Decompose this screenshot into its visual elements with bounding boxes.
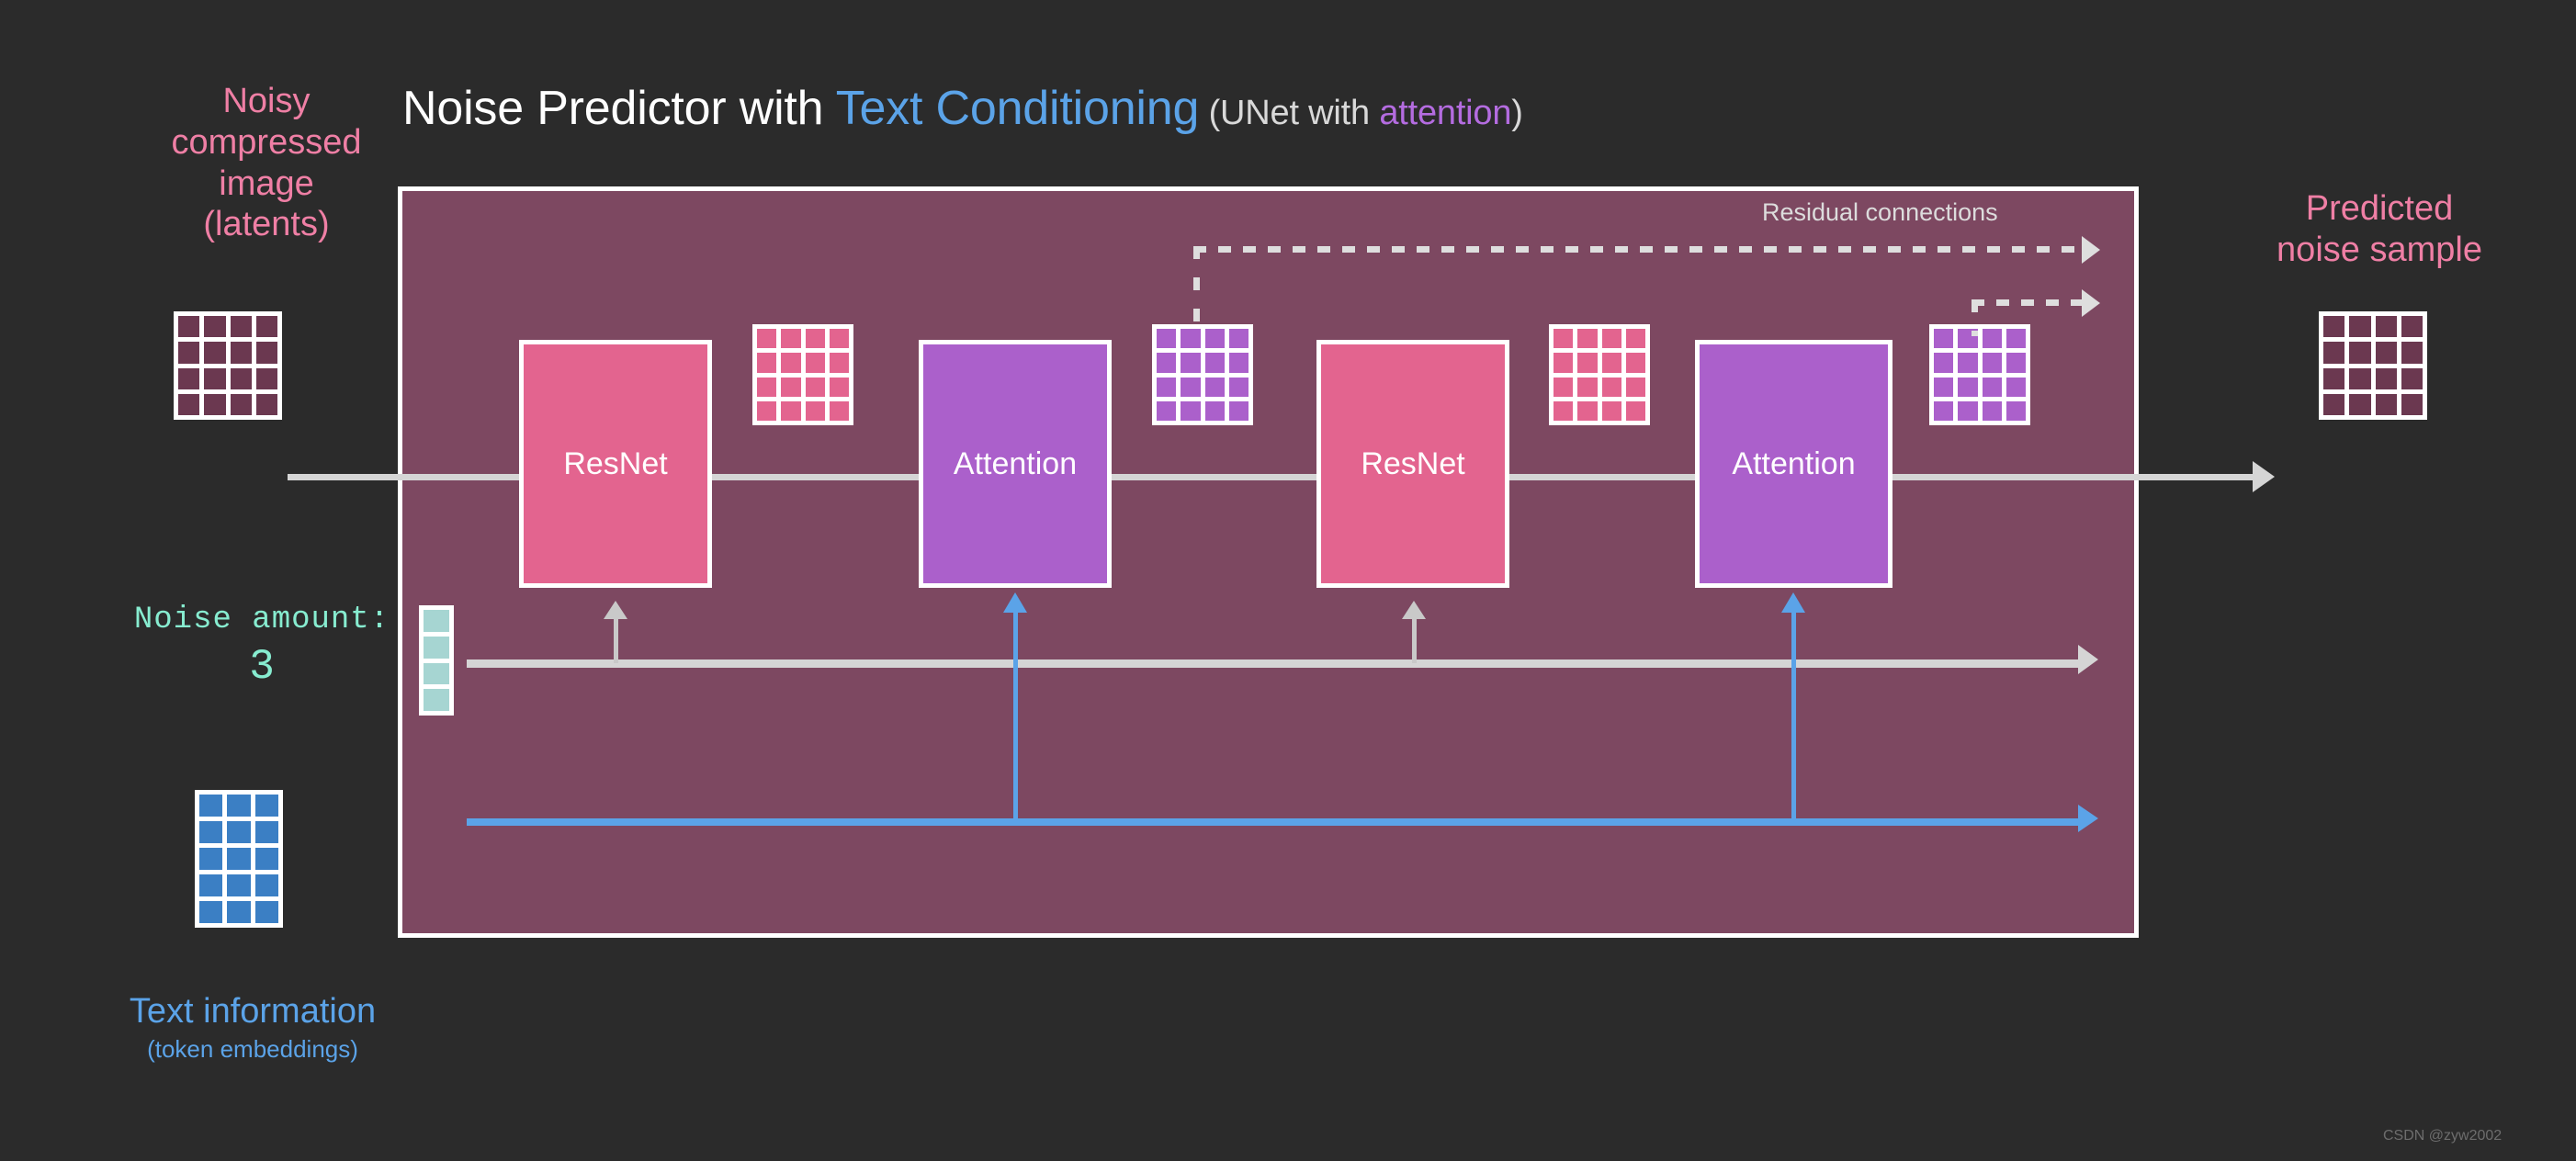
text-conditioning-branch-arrow-1: [1003, 592, 1027, 822]
timestep-branch-arrow-1: [604, 601, 627, 663]
resnet-2-output-grid: [1549, 324, 1650, 425]
resnet-block-1-label: ResNet: [563, 445, 668, 481]
resnet-block-1[interactable]: ResNet: [519, 340, 712, 588]
attention-1-output-grid: [1152, 324, 1253, 425]
timestep-conditioning-line: [467, 659, 2084, 668]
title-paren-close: ): [1511, 94, 1523, 132]
text-embeddings-grid: [195, 790, 283, 928]
resnet-1-output-grid: [752, 324, 853, 425]
attention-block-1-label: Attention: [953, 445, 1078, 481]
resnet-block-2[interactable]: ResNet: [1316, 340, 1509, 588]
resnet-block-2-label: ResNet: [1361, 445, 1465, 481]
main-flow-arrow-icon: [2253, 461, 2275, 492]
residual-connection-1-horizontal: [1193, 246, 2088, 253]
residual-connection-2-horizontal: [1972, 299, 2089, 306]
watermark: CSDN @zyw2002: [2383, 1128, 2503, 1144]
residual-connection-2-arrow-icon: [2082, 289, 2100, 317]
output-latent-grid: [2319, 311, 2427, 420]
attention-block-1[interactable]: Attention: [919, 340, 1112, 588]
title-paren-open: (UNet with: [1199, 94, 1380, 132]
timestep-arrow-icon: [2078, 645, 2098, 674]
attention-2-output-grid: [1929, 324, 2030, 425]
predicted-output-label: Predicted noise sample: [2277, 189, 2482, 269]
input-latent-grid: [174, 311, 282, 420]
timestep-branch-arrow-2: [1402, 601, 1426, 663]
diagram-canvas: Noise Predictor with Text Conditioning (…: [0, 0, 2576, 1161]
residual-connection-1-vertical: [1193, 246, 1200, 331]
page-title: Noise Predictor with Text Conditioning (…: [402, 81, 1523, 136]
attention-block-2[interactable]: Attention: [1695, 340, 1892, 588]
text-information-label: Text information (token embeddings): [28, 992, 478, 1064]
text-conditioning-line: [467, 818, 2084, 826]
title-part-accent: Text Conditioning: [835, 82, 1200, 135]
text-information-subtitle: (token embeddings): [147, 1035, 358, 1063]
residual-connections-label: Residual connections: [1762, 198, 1998, 226]
residual-connection-1-arrow-icon: [2082, 236, 2100, 264]
attention-block-2-label: Attention: [1732, 445, 1856, 481]
text-information-title: Text information: [129, 992, 377, 1031]
title-part-attention: attention: [1379, 94, 1512, 132]
noise-amount-vector-grid: [419, 605, 454, 716]
text-conditioning-branch-arrow-2: [1781, 592, 1805, 822]
text-conditioning-arrow-icon: [2078, 805, 2098, 832]
